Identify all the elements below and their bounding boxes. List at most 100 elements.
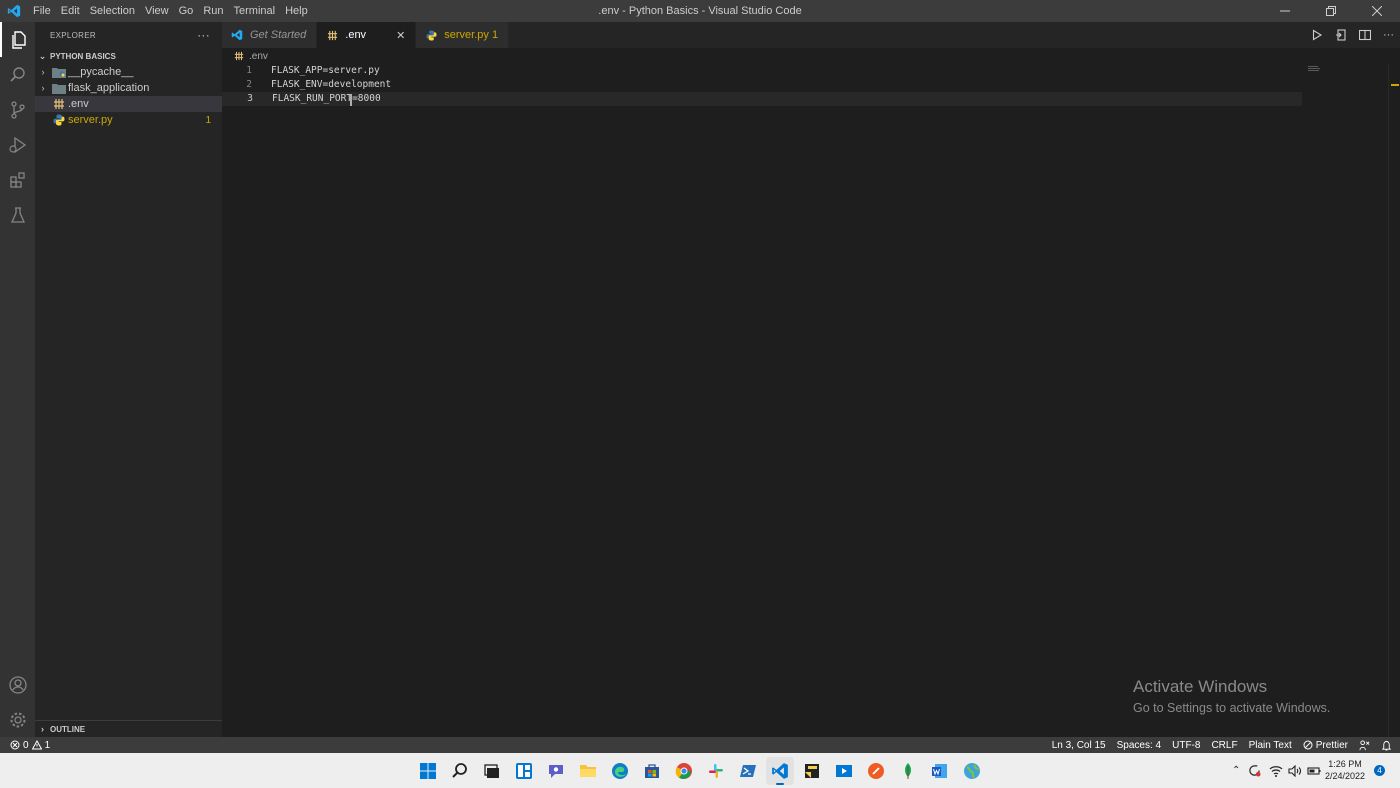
wifi-icon[interactable] [1269,765,1283,777]
task-view-button[interactable] [478,757,506,785]
accounts-activity[interactable] [0,667,35,702]
taskbar-search-button[interactable] [446,757,474,785]
store-button[interactable] [638,757,666,785]
indentation[interactable]: Spaces: 4 [1117,740,1161,751]
menu-selection[interactable]: Selection [85,0,140,22]
code-editor[interactable]: 1 FLASK_APP=server.py 2 FLASK_ENV=develo… [222,64,1388,737]
windows-taskbar: ⌃ 1:26 PM 2/24/2022 4 [0,753,1400,788]
warning-icon [31,740,42,750]
tab-get-started[interactable]: Get Started [222,22,318,48]
edge-icon [612,763,628,779]
file-explorer-button[interactable] [574,757,602,785]
extensions-activity[interactable] [0,162,35,197]
notification-count-badge[interactable]: 4 [1374,765,1385,776]
tab-env[interactable]: .env ✕ [317,22,417,48]
menu-view[interactable]: View [140,0,174,22]
edge-button[interactable] [606,757,634,785]
cursor-position[interactable]: Ln 3, Col 15 [1052,740,1106,751]
minimap[interactable] [1302,64,1388,737]
line-number: 2 [246,79,252,90]
source-control-activity[interactable] [0,92,35,127]
menu-edit[interactable]: Edit [56,0,85,22]
tree-item-server-py[interactable]: server.py 1 [35,112,222,128]
vscode-logo-icon [0,0,28,22]
bell-icon[interactable] [1381,740,1392,751]
teams-chat-button[interactable] [542,757,570,785]
code-line-current: 3 FLASK_RUN_PORT=8000 [222,92,1302,106]
clock[interactable]: 1:26 PM 2/24/2022 [1320,758,1370,782]
manage-activity[interactable] [0,702,35,737]
menu-go[interactable]: Go [174,0,199,22]
testing-activity[interactable] [0,197,35,232]
problems-indicator[interactable]: 0 1 [0,740,50,751]
powershell-button[interactable] [734,757,762,785]
restore-icon [1326,6,1336,16]
widgets-icon [516,763,532,779]
media-player-icon [836,765,852,777]
menu-run[interactable]: Run [198,0,228,22]
postman-button[interactable] [862,757,890,785]
sticky-notes-button[interactable] [798,757,826,785]
close-tab-icon[interactable]: ✕ [396,29,405,42]
outline-title: OUTLINE [50,724,86,734]
end-of-line[interactable]: CRLF [1211,740,1237,751]
task-view-icon [484,764,499,778]
folder-icon [51,81,67,95]
search-activity[interactable] [0,57,35,92]
more-actions-icon[interactable]: ··· [1383,29,1394,41]
python-file-icon [51,113,67,127]
open-changes-icon[interactable] [1335,29,1347,41]
browser-globe-button[interactable] [958,757,986,785]
slack-button[interactable] [702,757,730,785]
close-icon [1372,6,1382,16]
start-button[interactable] [414,757,442,785]
widgets-button[interactable] [510,757,538,785]
split-editor-icon[interactable] [1359,29,1371,41]
line-text: FLASK_RUN_PORT=8000 [272,93,381,104]
line-number: 3 [247,93,253,104]
slack-icon [709,764,723,778]
menu-help[interactable]: Help [280,0,313,22]
menu-terminal[interactable]: Terminal [229,0,281,22]
search-icon [9,66,25,82]
mongodb-button[interactable] [894,757,922,785]
restore-button[interactable] [1308,0,1354,22]
encoding[interactable]: UTF-8 [1172,740,1200,751]
explorer-sidebar: EXPLORER ··· ⌄ PYTHON BASICS › __pycache… [35,22,222,737]
more-actions-button[interactable]: ··· [197,28,222,42]
chrome-button[interactable] [670,757,698,785]
tree-item-flask-application[interactable]: › flask_application [35,80,222,96]
error-icon [10,740,20,750]
outline-section[interactable]: › OUTLINE [35,720,222,737]
tree-item-pycache[interactable]: › __pycache__ [35,64,222,80]
python-file-icon [424,28,438,42]
minimize-button[interactable] [1262,0,1308,22]
vscode-icon [230,28,244,42]
postman-icon [868,763,884,779]
run-icon[interactable] [1311,29,1323,41]
feedback-icon[interactable] [1359,739,1370,751]
vertical-scrollbar[interactable] [1388,64,1400,737]
word-button[interactable] [926,757,954,785]
editor-actions: ··· [1311,22,1394,48]
menu-file[interactable]: File [28,0,56,22]
folder-section-header[interactable]: ⌄ PYTHON BASICS [35,48,222,64]
prettier-status[interactable]: Prettier [1303,740,1348,751]
language-mode[interactable]: Plain Text [1249,740,1292,751]
breadcrumb-file[interactable]: .env [249,51,268,62]
media-player-button[interactable] [830,757,858,785]
folder-icon [580,765,596,777]
explorer-activity[interactable] [0,22,35,57]
breadcrumb[interactable]: .env [222,48,1400,64]
close-window-button[interactable] [1354,0,1400,22]
volume-icon[interactable] [1288,764,1302,777]
chevron-up-icon[interactable]: ⌃ [1232,765,1240,776]
run-debug-activity[interactable] [0,127,35,162]
tab-server-py[interactable]: server.py 1 [416,22,510,48]
vscode-taskbar-button[interactable] [766,757,794,785]
menu-bar: File Edit Selection View Go Run Terminal… [28,0,313,22]
tree-item-env[interactable]: .env [35,96,222,112]
cursor-position-marker [1391,84,1399,86]
watermark-title: Activate Windows [1133,677,1268,696]
sync-icon[interactable] [1248,764,1261,777]
